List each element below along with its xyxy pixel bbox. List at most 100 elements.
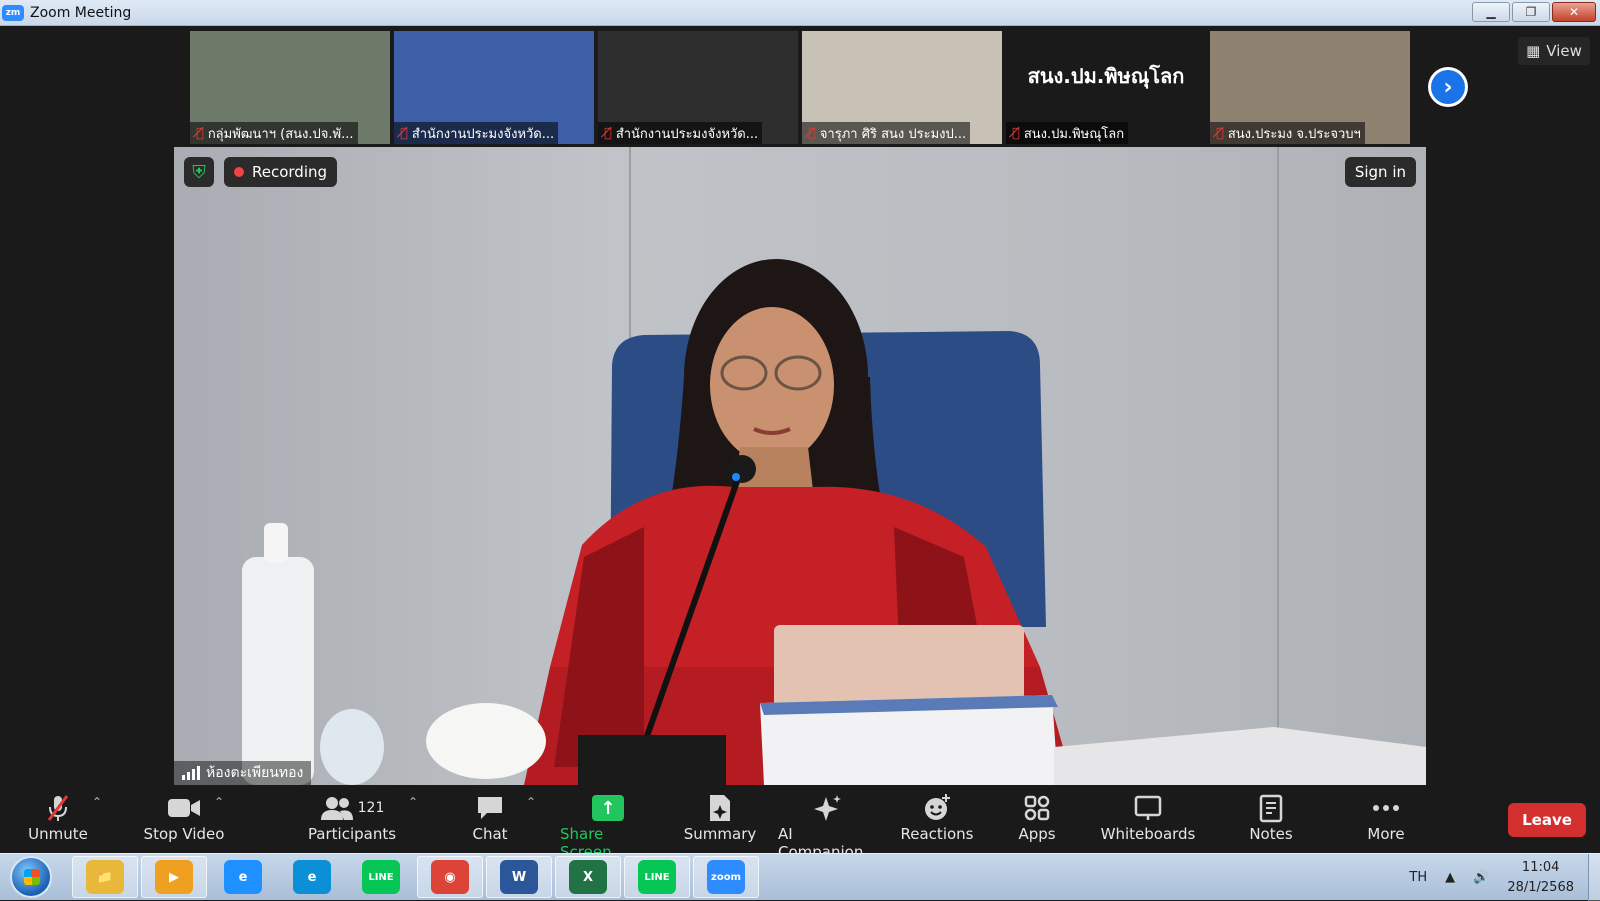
- media-player-icon: ▶: [155, 860, 193, 894]
- show-desktop-button[interactable]: [1588, 854, 1600, 901]
- language-indicator[interactable]: TH: [1409, 870, 1427, 885]
- participant-name-label: 🎙̸ สนง.ประมง จ.ประจวบฯ: [1210, 122, 1365, 144]
- more-dots-icon: [1372, 791, 1400, 825]
- sign-in-button[interactable]: Sign in: [1344, 157, 1416, 187]
- zoom-logo-icon: zm: [2, 4, 24, 21]
- mic-muted-icon: [43, 791, 73, 825]
- start-button-icon[interactable]: [10, 856, 52, 898]
- participant-name-label: 🎙̸ สำนักงานประมงจังหวัด...: [598, 122, 763, 144]
- participant-tile[interactable]: 🎙̸ จารุภา ศิริ สนง ประมงป...: [802, 31, 1002, 144]
- chat-bubble-icon: [475, 791, 505, 825]
- notes-button[interactable]: Notes: [1246, 791, 1296, 843]
- next-page-button[interactable]: ›: [1428, 67, 1468, 107]
- clock-date: 28/1/2568: [1507, 879, 1574, 895]
- window-controls: ▁ ❐ ✕: [1472, 2, 1596, 22]
- chat-button[interactable]: Chat: [460, 791, 520, 843]
- taskbar-app-edge[interactable]: e: [279, 856, 345, 898]
- video-options-caret-icon[interactable]: ⌃: [214, 795, 224, 809]
- more-button[interactable]: More: [1362, 791, 1410, 843]
- meeting-toolbar: Unmute ⌃ Stop Video ⌃ 121 Participants ⌃…: [0, 785, 1600, 861]
- title-bar: zm Zoom Meeting ▁ ❐ ✕: [0, 0, 1600, 26]
- mic-muted-icon: 🎙̸: [1216, 125, 1224, 141]
- view-button[interactable]: ▦ View: [1518, 37, 1590, 65]
- apps-button[interactable]: Apps: [1016, 791, 1058, 843]
- share-screen-icon: ↑: [592, 791, 624, 825]
- internet-explorer-icon: e: [224, 860, 262, 894]
- participant-name: จารุภา ศิริ สนง ประมงป...: [819, 126, 967, 142]
- participant-strip: 🎙̸ กลุ่มพัฒนาฯ (สนง.ปจ.พั... 🎙̸ สำนักงาน…: [190, 31, 1410, 144]
- encryption-shield[interactable]: ⛨: [184, 157, 214, 187]
- whiteboards-label: Whiteboards: [1100, 825, 1196, 843]
- participant-tile[interactable]: 🎙̸ สนง.ประมง จ.ประจวบฯ: [1210, 31, 1410, 144]
- stop-video-label: Stop Video: [143, 825, 225, 843]
- recording-label: Recording: [252, 163, 328, 181]
- speaker-name-label: ห้องตะเพียนทอง: [174, 761, 312, 785]
- ai-companion-button[interactable]: AI Companion: [778, 791, 878, 861]
- participant-tile[interactable]: 🎙̸ สำนักงานประมงจังหวัด...: [598, 31, 798, 144]
- participants-button[interactable]: 121 Participants: [306, 791, 398, 843]
- summary-document-icon: [707, 791, 733, 825]
- reactions-label: Reactions: [900, 825, 974, 843]
- taskbar-app-chrome[interactable]: ◉: [417, 856, 483, 898]
- participant-tile[interactable]: 🎙̸ สำนักงานประมงจังหวัด...: [394, 31, 594, 144]
- participants-label: Participants: [307, 825, 397, 843]
- chevron-right-icon: ›: [1431, 70, 1465, 104]
- recording-indicator[interactable]: Recording: [224, 157, 338, 187]
- clock-time: 11:04: [1521, 859, 1560, 875]
- taskbar-app-line[interactable]: LINE: [624, 856, 690, 898]
- participant-name: กลุ่มพัฒนาฯ (สนง.ปจ.พั...: [207, 126, 354, 142]
- participant-name-label: 🎙̸ สำนักงานประมงจังหวัด...: [394, 122, 559, 144]
- mic-muted-icon: 🎙̸: [196, 125, 204, 141]
- participant-name-label: 🎙̸ สนง.ปม.พิษณุโลก: [1006, 122, 1129, 144]
- participant-tile[interactable]: สนง.ปม.พิษณุโลก 🎙̸ สนง.ปม.พิษณุโลก: [1006, 31, 1206, 144]
- shield-check-icon: ⛨: [192, 161, 206, 183]
- participant-name: สนง.ประมง จ.ประจวบฯ: [1227, 126, 1361, 142]
- speaker-video-frame: [242, 147, 1426, 785]
- sparkle-icon: [813, 791, 843, 825]
- share-screen-button[interactable]: ↑ Share Screen: [560, 791, 656, 861]
- close-button[interactable]: ✕: [1552, 2, 1596, 22]
- view-label: View: [1546, 42, 1582, 60]
- mic-muted-icon: 🎙̸: [400, 125, 408, 141]
- taskbar-app-file-explorer[interactable]: 📁: [72, 856, 138, 898]
- taskbar-app-line[interactable]: LINE: [348, 856, 414, 898]
- active-speaker-video[interactable]: ⛨ Recording Sign in ห้องตะเพียนทอง: [174, 147, 1426, 785]
- minimize-button[interactable]: ▁: [1472, 2, 1510, 22]
- whiteboards-button[interactable]: Whiteboards: [1101, 791, 1195, 843]
- word-icon: W: [500, 860, 538, 894]
- chat-options-caret-icon[interactable]: ⌃: [526, 795, 536, 809]
- notes-icon: [1258, 791, 1284, 825]
- taskbar-app-word[interactable]: W: [486, 856, 552, 898]
- whiteboard-icon: [1133, 791, 1163, 825]
- clock[interactable]: 11:04 28/1/2568: [1507, 858, 1574, 898]
- audio-options-caret-icon[interactable]: ⌃: [92, 795, 102, 809]
- taskbar-app-media-player[interactable]: ▶: [141, 856, 207, 898]
- unmute-button[interactable]: Unmute: [24, 791, 92, 843]
- summary-button[interactable]: Summary: [682, 791, 758, 843]
- apps-label: Apps: [1018, 825, 1056, 843]
- system-tray: TH ▲ 🔊 11:04 28/1/2568: [1409, 854, 1600, 901]
- leave-button[interactable]: Leave: [1508, 803, 1586, 837]
- participants-options-caret-icon[interactable]: ⌃: [408, 795, 418, 809]
- line-icon: LINE: [638, 860, 676, 894]
- reactions-button[interactable]: Reactions: [900, 791, 974, 843]
- chat-label: Chat: [472, 825, 508, 843]
- summary-label: Summary: [683, 825, 757, 843]
- taskbar-app-zoom[interactable]: zoom: [693, 856, 759, 898]
- participant-display-name: สนง.ปม.พิษณุโลก: [1027, 64, 1185, 88]
- show-hidden-icons-icon[interactable]: ▲: [1445, 870, 1455, 885]
- restore-button[interactable]: ❐: [1512, 2, 1550, 22]
- participant-name: สนง.ปม.พิษณุโลก: [1023, 126, 1125, 142]
- participant-tile[interactable]: 🎙̸ กลุ่มพัฒนาฯ (สนง.ปจ.พั...: [190, 31, 390, 144]
- volume-icon[interactable]: 🔊: [1473, 870, 1489, 885]
- line-icon: LINE: [362, 860, 400, 894]
- notes-label: Notes: [1249, 825, 1293, 843]
- windows-taskbar: 📁 ▶ e e LINE ◉ W X LINE zoom TH ▲ 🔊 11:04 28/1/25…: [0, 853, 1600, 901]
- participant-name-label: 🎙̸ กลุ่มพัฒนาฯ (สนง.ปจ.พั...: [190, 122, 358, 144]
- participants-icon: 121: [320, 791, 384, 825]
- apps-icon: [1023, 791, 1051, 825]
- taskbar-app-excel[interactable]: X: [555, 856, 621, 898]
- participant-name-label: 🎙̸ จารุภา ศิริ สนง ประมงป...: [802, 122, 971, 144]
- more-label: More: [1367, 825, 1405, 843]
- taskbar-app-internet-explorer[interactable]: e: [210, 856, 276, 898]
